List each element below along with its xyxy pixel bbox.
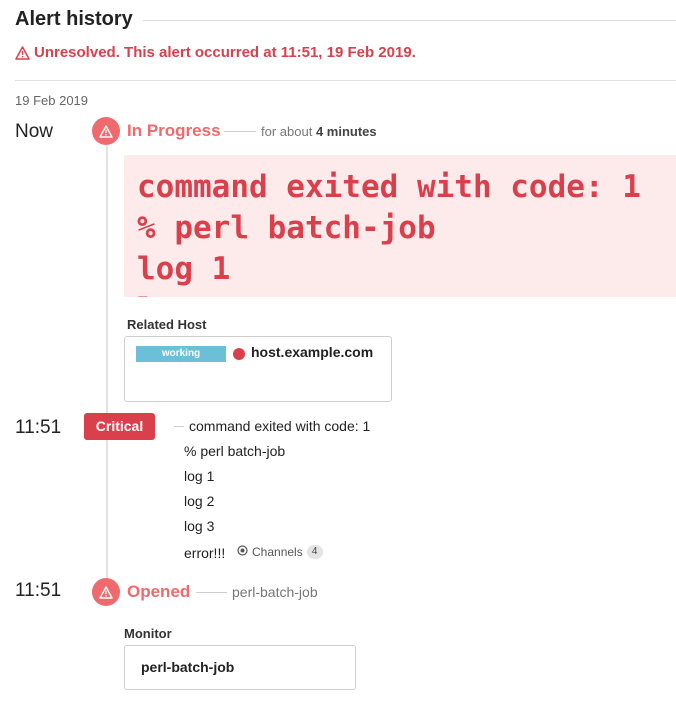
- timeline-line: [106, 146, 108, 578]
- related-host-card[interactable]: working host.example.com: [124, 336, 392, 402]
- radio-dot-icon: [237, 545, 248, 559]
- duration-value: 4 minutes: [315, 124, 377, 139]
- warning-triangle-icon: [92, 578, 120, 606]
- host-status-dot: [233, 348, 245, 360]
- critical-message-line: log 3: [184, 518, 215, 534]
- status-connector: [196, 592, 227, 593]
- related-host-label: Related Host: [127, 317, 207, 332]
- channels-count-badge: 4: [306, 545, 323, 559]
- alert-message-text: command exited with code: 1 % perl batch…: [137, 169, 641, 297]
- alert-status-message: Unresolved. This alert occurred at 11:51…: [15, 44, 416, 61]
- alert-message-preview[interactable]: command exited with code: 1 % perl batch…: [124, 155, 676, 297]
- event-time-opened: 11:51: [15, 580, 62, 601]
- warning-triangle-icon: [15, 45, 30, 60]
- status-opened: Opened: [127, 582, 191, 601]
- critical-message-line: log 1: [184, 468, 215, 484]
- critical-message-line: command exited with code: 1: [189, 418, 371, 434]
- status-connector: [224, 131, 256, 132]
- critical-message-line: error!!!: [184, 545, 226, 561]
- status-in-progress: In Progress: [127, 121, 221, 140]
- duration-text: for about 4 minutes: [261, 124, 377, 139]
- monitor-card[interactable]: perl-batch-job: [124, 645, 356, 690]
- title-divider: [143, 20, 676, 21]
- warning-triangle-icon: [92, 117, 120, 145]
- monitor-label: Monitor: [124, 626, 172, 641]
- page-title: Alert history: [15, 8, 133, 30]
- event-time-now: Now: [15, 121, 54, 142]
- critical-badge: Critical: [84, 413, 155, 440]
- host-name-link[interactable]: host.example.com: [251, 344, 373, 360]
- duration-prefix: for about: [261, 124, 313, 139]
- host-status-badge: working: [136, 346, 226, 362]
- monitor-name-link[interactable]: perl-batch-job: [141, 659, 234, 675]
- monitor-short-name: perl-batch-job: [232, 584, 318, 600]
- status-connector: [174, 426, 184, 427]
- section-divider: [15, 80, 676, 81]
- critical-message-line: % perl batch-job: [184, 443, 286, 459]
- alert-status-text: Unresolved. This alert occurred at 11:51…: [34, 44, 416, 61]
- channels-link[interactable]: Channels 4: [237, 545, 323, 559]
- event-time-critical: 11:51: [15, 417, 62, 438]
- channels-label: Channels: [252, 545, 303, 559]
- date-group-label: 19 Feb 2019: [15, 93, 89, 108]
- critical-message-line: log 2: [184, 493, 215, 509]
